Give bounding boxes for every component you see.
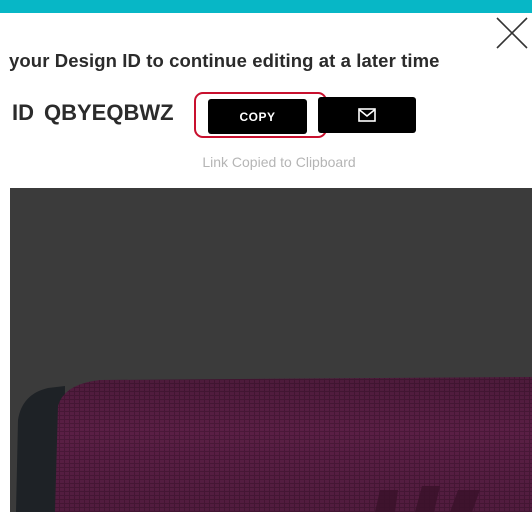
envelope-icon <box>358 108 376 122</box>
design-id-dialog: your Design ID to continue editing at a … <box>0 0 532 512</box>
product-preview-image <box>16 377 532 512</box>
product-preview <box>10 188 532 512</box>
close-icon <box>496 17 528 49</box>
design-id-value: QBYEQBWZ <box>44 100 174 125</box>
design-id-display: ID QBYEQBWZ <box>12 100 174 126</box>
copy-button[interactable]: COPY <box>208 99 307 134</box>
close-button[interactable] <box>494 14 530 50</box>
copied-confirmation: Link Copied to Clipboard <box>202 154 356 170</box>
email-button[interactable] <box>318 97 416 133</box>
design-id-label: ID <box>12 100 34 125</box>
header-accent-bar <box>0 0 532 13</box>
instruction-text: your Design ID to continue editing at a … <box>9 50 440 71</box>
